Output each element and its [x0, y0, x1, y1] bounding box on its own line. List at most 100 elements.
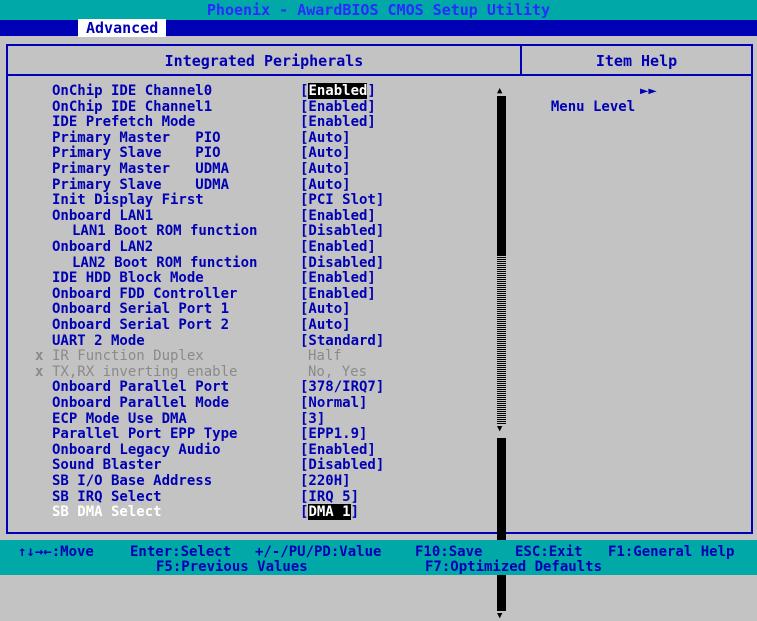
setting-label: OnChip IDE Channel0 — [52, 83, 213, 99]
setting-value: Half — [308, 348, 342, 365]
setting-row[interactable]: SB I/O Base Address [220H] — [0, 473, 512, 490]
setting-value[interactable]: [Auto] — [300, 130, 351, 147]
setting-value[interactable]: [Enabled] — [300, 442, 376, 459]
setting-row[interactable]: SB IRQ Select [IRQ 5] — [0, 488, 512, 506]
scrollbar[interactable]: ▲ ▼ ▼ — [497, 86, 506, 621]
setting-row[interactable]: LAN2 Boot ROM function [Disabled] — [0, 254, 512, 272]
setting-row[interactable]: Primary Master UDMA [Auto] — [0, 161, 512, 178]
setting-row[interactable]: IDE HDD Block Mode [Enabled] — [0, 271, 512, 287]
setting-row[interactable]: Onboard Legacy Audio [Enabled] — [0, 441, 512, 459]
setting-value[interactable]: [3] — [300, 411, 325, 428]
setting-label: Onboard Serial Port 1 — [52, 301, 230, 318]
tab-advanced[interactable]: Advanced — [78, 19, 167, 37]
setting-row[interactable]: Primary Slave UDMA [Auto] — [0, 176, 512, 194]
status-enter: Enter:Select — [130, 544, 232, 560]
setting-label: IDE HDD Block Mode — [52, 270, 204, 287]
setting-value[interactable]: [Disabled] — [300, 458, 384, 474]
setting-label: Onboard FDD Controller — [52, 285, 238, 302]
setting-label: Primary Slave UDMA — [52, 176, 230, 193]
setting-label: IR Function Duplex — [52, 348, 204, 365]
setting-label: ECP Mode Use DMA — [52, 410, 187, 427]
setting-row[interactable]: Onboard Serial Port 2 [Auto] — [0, 317, 512, 334]
setting-row[interactable]: Sound Blaster [Disabled] — [0, 458, 512, 474]
setting-value[interactable]: [Enabled] — [300, 99, 376, 116]
setting-label: Primary Slave PIO — [52, 145, 221, 162]
scroll-up-arrow-icon[interactable]: ▲ — [497, 86, 502, 96]
setting-row[interactable]: OnChip IDE Channel0 [Enabled] — [0, 83, 512, 100]
setting-label: LAN2 Boot ROM function — [72, 254, 258, 271]
setting-value[interactable]: [Disabled] — [300, 224, 384, 240]
setting-label: TX,RX inverting enable — [52, 363, 238, 380]
setting-row: x TX,RX inverting enable No, Yes — [0, 363, 512, 381]
highlighted-value[interactable]: Enabled — [308, 83, 368, 99]
help-menu-level: Menu Level ►► — [534, 83, 657, 131]
app-title: Phoenix - AwardBIOS CMOS Setup Utility — [206, 1, 551, 19]
highlighted-value[interactable]: DMA 1 — [308, 504, 351, 521]
setting-label: Sound Blaster — [52, 457, 162, 474]
setting-row[interactable]: UART 2 Mode [Standard] — [0, 332, 512, 350]
setting-label: Onboard Parallel Port — [52, 379, 230, 396]
setting-row[interactable]: Parallel Port EPP Type [EPP1.9] — [0, 427, 512, 443]
scroll-track-lower[interactable] — [497, 438, 506, 611]
setting-label: Primary Master UDMA — [52, 161, 230, 177]
setting-row[interactable]: Onboard FDD Controller [Enabled] — [0, 285, 512, 303]
setting-value[interactable]: [Enabled] — [300, 239, 376, 256]
setting-value[interactable]: [Disabled] — [300, 255, 384, 272]
setting-label: OnChip IDE Channel1 — [52, 98, 213, 115]
status-value: +/-/PU/PD:Value — [255, 544, 382, 560]
setting-value[interactable]: [Enabled] — [300, 286, 376, 303]
setting-row[interactable]: ECP Mode Use DMA [3] — [0, 410, 512, 428]
section-title: Integrated Peripherals — [8, 46, 520, 76]
setting-row[interactable]: OnChip IDE Channel1 [Enabled] — [0, 98, 512, 116]
setting-row[interactable]: LAN1 Boot ROM function [Disabled] — [0, 224, 512, 240]
setting-value[interactable]: [Auto] — [300, 146, 351, 162]
status-defaults: F7:Optimized Defaults — [425, 559, 603, 575]
setting-value[interactable]: [EPP1.9] — [300, 427, 367, 443]
setting-label: IDE Prefetch Mode — [52, 114, 196, 131]
setting-value[interactable]: [Auto] — [300, 161, 351, 178]
setting-value[interactable]: [PCI Slot] — [300, 193, 384, 209]
scroll-end-arrow-icon[interactable]: ▼ — [497, 611, 502, 621]
status-exit: ESC:Exit — [515, 544, 583, 560]
setting-value[interactable]: [DMA 1] — [300, 504, 359, 521]
setting-value: No, Yes — [308, 363, 368, 380]
disabled-mark: x — [35, 348, 44, 365]
setting-value[interactable]: [Enabled] — [300, 208, 376, 225]
setting-label: Parallel Port EPP Type — [52, 426, 238, 443]
status-move: ↑↓→←:Move — [18, 544, 94, 560]
setting-value[interactable]: [Enabled] — [300, 271, 376, 287]
setting-value[interactable]: [Auto] — [300, 302, 351, 318]
setting-value[interactable]: [Auto] — [300, 317, 351, 334]
scroll-track-upper[interactable] — [497, 96, 506, 256]
setting-row[interactable]: Onboard Parallel Port [378/IRQ7] — [0, 380, 512, 396]
setting-value[interactable]: [Enabled] — [300, 83, 376, 100]
setting-label: LAN1 Boot ROM function — [72, 223, 258, 240]
setting-row[interactable]: Primary Slave PIO [Auto] — [0, 146, 512, 162]
setting-label: Onboard LAN2 — [52, 239, 154, 255]
setting-label: UART 2 Mode — [52, 332, 145, 349]
setting-value[interactable]: [IRQ 5] — [300, 489, 359, 506]
setting-row[interactable]: IDE Prefetch Mode [Enabled] — [0, 115, 512, 131]
scroll-down-arrow-icon[interactable]: ▼ — [497, 424, 502, 434]
setting-value[interactable]: [Normal] — [300, 395, 367, 412]
setting-label: Onboard LAN1 — [52, 207, 154, 224]
setting-value[interactable]: [378/IRQ7] — [300, 380, 384, 396]
setting-label: Onboard Legacy Audio — [52, 441, 221, 458]
setting-label: Init Display First — [52, 192, 204, 209]
setting-row[interactable]: Primary Master PIO [Auto] — [0, 130, 512, 147]
setting-row[interactable]: SB DMA Select [DMA 1] — [0, 504, 512, 521]
setting-value[interactable]: [220H] — [300, 473, 351, 490]
bracket: ] — [367, 83, 376, 99]
setting-value[interactable]: [Standard] — [300, 333, 384, 350]
status-prev-values: F5:Previous Values — [156, 559, 308, 575]
setting-value[interactable]: [Auto] — [300, 177, 351, 194]
scroll-thumb[interactable] — [497, 256, 506, 424]
setting-row[interactable]: Onboard LAN2 [Enabled] — [0, 239, 512, 256]
setting-row[interactable]: Onboard LAN1 [Enabled] — [0, 207, 512, 225]
setting-label: SB IRQ Select — [52, 488, 162, 505]
setting-row[interactable]: Onboard Serial Port 1 [Auto] — [0, 302, 512, 318]
setting-label: Onboard Serial Port 2 — [52, 317, 230, 333]
setting-row[interactable]: Onboard Parallel Mode [Normal] — [0, 395, 512, 412]
setting-value[interactable]: [Enabled] — [300, 115, 376, 131]
setting-row[interactable]: Init Display First [PCI Slot] — [0, 193, 512, 209]
